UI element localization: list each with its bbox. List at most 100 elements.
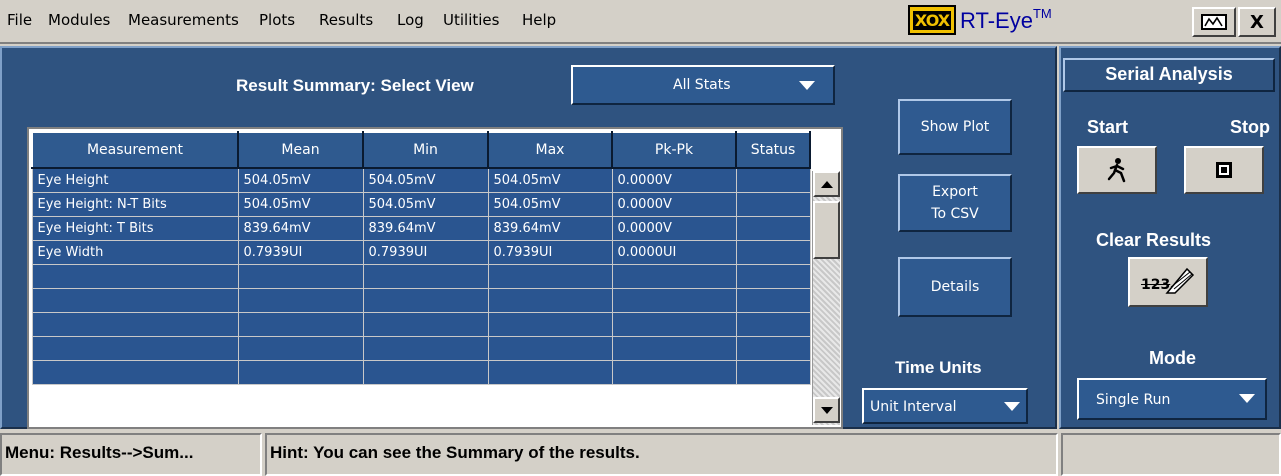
app-name: RT-Eye [960, 8, 1033, 33]
column-header[interactable]: Measurement [31, 131, 239, 169]
table-cell [31, 311, 239, 337]
menu-help[interactable]: Help [522, 11, 556, 29]
minimize-button[interactable] [1192, 7, 1236, 37]
column-header[interactable]: Mean [237, 131, 364, 169]
menu-measurements[interactable]: Measurements [128, 11, 239, 29]
table-cell [611, 359, 737, 385]
table-row[interactable]: Eye Height: T Bits 839.64mV 839.64mV 839.64… [31, 215, 811, 241]
export-label-line1: Export [932, 184, 978, 200]
table-cell [735, 287, 811, 313]
chevron-down-icon [1004, 402, 1020, 411]
table-cell [735, 311, 811, 337]
table-row[interactable] [31, 359, 811, 385]
results-table-frame: Measurement Mean Min Max Pk-Pk Status Ey… [27, 127, 843, 429]
eraser-icon: 123 [1139, 267, 1197, 297]
table-cell [362, 287, 489, 313]
table-row[interactable]: Eye Height 504.05mV 504.05mV 504.05mV 0.0000… [31, 167, 811, 193]
table-cell: 504.05mV [487, 167, 613, 193]
chevron-down-icon [799, 81, 815, 90]
table-cell: 0.7939UI [487, 239, 613, 265]
table-cell: 839.64mV [237, 215, 364, 241]
table-cell [237, 287, 364, 313]
mode-dropdown[interactable]: Single Run [1077, 378, 1267, 420]
table-cell [487, 287, 613, 313]
table-cell: 504.05mV [362, 191, 489, 217]
table-cell: 0.0000UI [611, 239, 737, 265]
table-row[interactable] [31, 287, 811, 313]
stop-button[interactable] [1184, 146, 1264, 194]
export-csv-button[interactable]: Export To CSV [898, 174, 1012, 232]
status-hint: Hint: You can see the Summary of the res… [265, 433, 1058, 476]
menu-file[interactable]: File [7, 11, 32, 29]
table-row[interactable]: Eye Width 0.7939UI 0.7939UI 0.7939UI 0.0000U… [31, 239, 811, 265]
menu-bar: File Modules Measurements Plots Results … [0, 0, 1281, 44]
show-plot-button[interactable]: Show Plot [898, 99, 1012, 155]
table-row[interactable]: Eye Height: N-T Bits 504.05mV 504.05mV 504.… [31, 191, 811, 217]
table-cell [611, 263, 737, 289]
table-cell [31, 335, 239, 361]
select-view-label: Result Summary: Select View [236, 76, 474, 95]
column-header[interactable]: Min [362, 131, 489, 169]
mode-value: Single Run [1096, 392, 1171, 408]
brand-logo: XOX [908, 5, 956, 35]
menu-plots[interactable]: Plots [259, 11, 295, 29]
table-cell [735, 263, 811, 289]
clear-results-button[interactable]: 123 [1128, 257, 1208, 307]
column-header[interactable]: Max [487, 131, 613, 169]
table-cell: Eye Height: N-T Bits [31, 191, 239, 217]
menu-log[interactable]: Log [397, 11, 424, 29]
table-cell [611, 287, 737, 313]
serial-analysis-title: Serial Analysis [1063, 58, 1275, 92]
table-cell: Eye Height [31, 167, 239, 193]
table-cell [735, 215, 811, 241]
table-cell [362, 359, 489, 385]
table-cell: Eye Width [31, 239, 239, 265]
table-cell [362, 335, 489, 361]
table-cell [487, 263, 613, 289]
select-view-value: All Stats [673, 77, 731, 93]
menu-results[interactable]: Results [319, 11, 373, 29]
table-row[interactable] [31, 311, 811, 337]
table-cell: 0.0000V [611, 167, 737, 193]
status-menu-path: Menu: Results-->Sum... [0, 433, 262, 476]
start-button[interactable] [1077, 146, 1157, 194]
scroll-down-button[interactable] [813, 397, 840, 423]
table-header-row: Measurement Mean Min Max Pk-Pk Status [31, 131, 811, 169]
clear-results-label: Clear Results [1096, 230, 1212, 250]
table-scrollbar[interactable] [812, 171, 840, 425]
scroll-up-button[interactable] [813, 171, 840, 197]
table-cell: 504.05mV [237, 167, 364, 193]
export-label-line2: To CSV [931, 206, 979, 222]
scroll-thumb[interactable] [813, 201, 840, 259]
table-cell [237, 335, 364, 361]
table-cell: 0.7939UI [362, 239, 489, 265]
table-cell [735, 167, 811, 193]
table-cell [611, 335, 737, 361]
table-row[interactable] [31, 335, 811, 361]
arrow-up-icon [821, 181, 833, 188]
brand-logo-text: XOX [912, 10, 952, 30]
table-cell [487, 359, 613, 385]
table-cell [237, 359, 364, 385]
menu-modules[interactable]: Modules [48, 11, 110, 29]
stop-icon [1216, 162, 1232, 178]
running-man-icon [1107, 158, 1126, 183]
time-units-label: Time Units [895, 358, 982, 377]
column-header[interactable]: Pk-Pk [611, 131, 737, 169]
chevron-down-icon [1239, 394, 1255, 403]
table-cell [362, 311, 489, 337]
time-units-value: Unit Interval [870, 399, 957, 415]
details-label: Details [930, 279, 980, 295]
column-header[interactable]: Status [735, 131, 811, 169]
table-cell [611, 311, 737, 337]
table-cell: 0.7939UI [237, 239, 364, 265]
details-button[interactable]: Details [898, 257, 1012, 317]
menu-utilities[interactable]: Utilities [443, 11, 499, 29]
time-units-dropdown[interactable]: Unit Interval [862, 388, 1028, 424]
table-cell [237, 311, 364, 337]
table-row[interactable] [31, 263, 811, 289]
table-cell [487, 335, 613, 361]
table-cell [735, 191, 811, 217]
close-button[interactable]: X [1238, 7, 1276, 37]
select-view-dropdown[interactable]: All Stats [571, 65, 835, 105]
